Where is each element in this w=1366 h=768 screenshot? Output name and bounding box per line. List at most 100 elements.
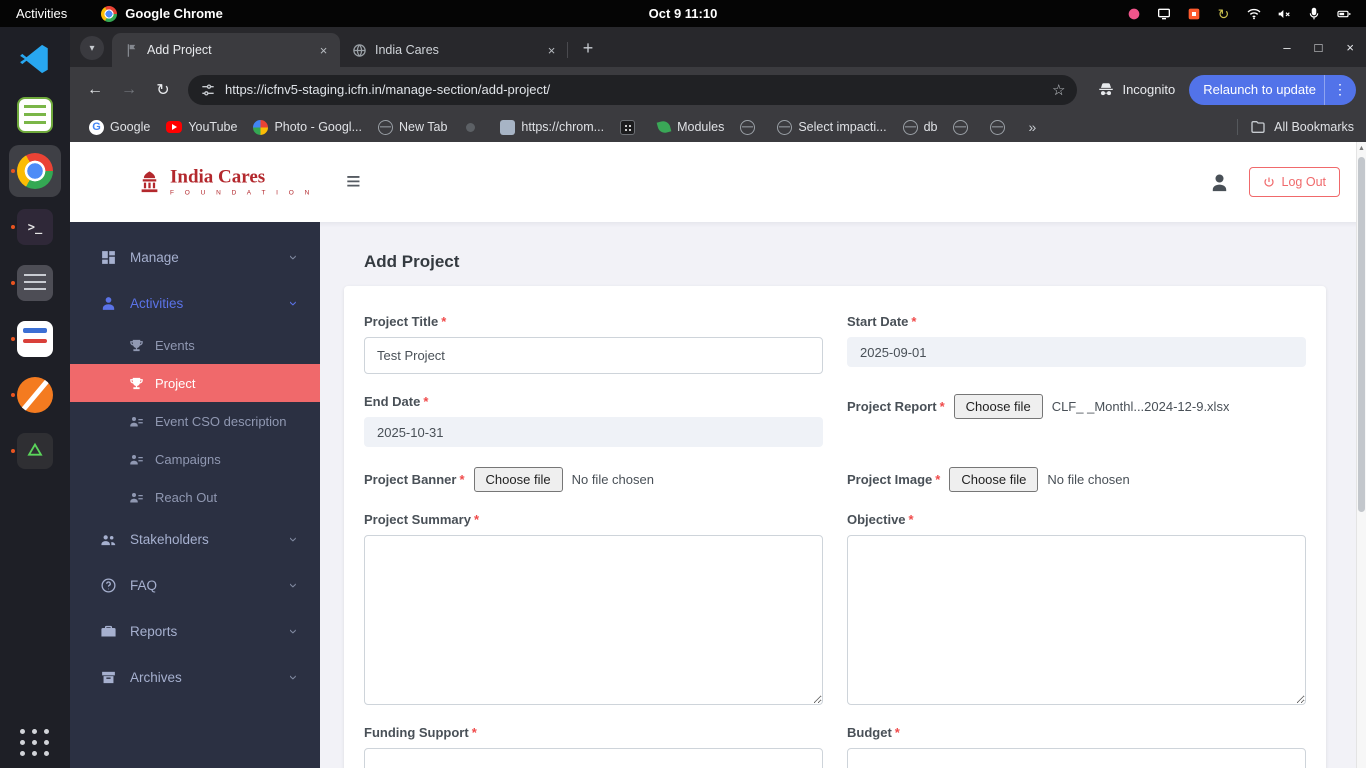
- sidebar-item-stakeholders[interactable]: Stakeholders ›: [70, 516, 320, 562]
- sidebar-item-event-cso-description[interactable]: Event CSO description: [70, 402, 320, 440]
- budget-input[interactable]: [847, 748, 1306, 768]
- tab-search-button[interactable]: ▾: [80, 36, 104, 60]
- page-body: Manage › Activities › Events Project: [70, 222, 1366, 768]
- bookmark-unnamed[interactable]: [456, 117, 491, 138]
- activities-button[interactable]: Activities: [0, 6, 83, 21]
- bookmarks-overflow-button[interactable]: »: [1020, 119, 1044, 135]
- browser-window: ▾ Add Project × India Cares × + – □ × ← …: [70, 27, 1366, 768]
- tab-india-cares[interactable]: India Cares ×: [340, 33, 568, 67]
- tab-close-icon[interactable]: ×: [543, 42, 560, 59]
- sidebar-item-events[interactable]: Events: [70, 326, 320, 364]
- bookmark-star-icon[interactable]: ☆: [1052, 81, 1065, 99]
- header-actions: Log Out: [1208, 167, 1340, 197]
- brand-tagline: F O U N D A T I O N: [170, 189, 314, 196]
- field-end-date: End Date*: [364, 394, 823, 447]
- maximize-button[interactable]: □: [1315, 40, 1323, 55]
- globe-favicon: [903, 120, 918, 135]
- focused-app-indicator[interactable]: Google Chrome: [101, 6, 223, 22]
- field-label: Project Image: [847, 472, 932, 487]
- scrollbar-thumb[interactable]: [1358, 157, 1365, 512]
- relaunch-label: Relaunch to update: [1203, 82, 1316, 97]
- screenshare-icon[interactable]: [1185, 5, 1202, 22]
- user-profile-icon[interactable]: [1208, 171, 1231, 194]
- bookmark-unnamed[interactable]: [613, 117, 648, 138]
- bookmark-chrome-link[interactable]: https://chrom...: [493, 117, 611, 138]
- project-summary-textarea[interactable]: [364, 535, 823, 705]
- display-icon[interactable]: [1155, 5, 1172, 22]
- start-date-input[interactable]: [847, 337, 1306, 367]
- sidebar-item-campaigns[interactable]: Campaigns: [70, 440, 320, 478]
- dock-texteditor-icon[interactable]: [9, 257, 61, 309]
- relaunch-menu-icon[interactable]: ⋮: [1324, 75, 1356, 105]
- minimize-button[interactable]: –: [1283, 40, 1290, 55]
- sidebar-item-activities[interactable]: Activities ›: [70, 280, 320, 326]
- bookmark-youtube[interactable]: YouTube: [159, 117, 244, 137]
- back-button[interactable]: ←: [80, 75, 110, 105]
- bookmark-modules[interactable]: Modules: [650, 117, 731, 137]
- bookmark-photos[interactable]: Photo - Googl...: [246, 117, 369, 138]
- microphone-icon[interactable]: [1305, 5, 1322, 22]
- dock-chrome-icon[interactable]: [9, 145, 61, 197]
- sidebar-item-manage[interactable]: Manage ›: [70, 234, 320, 280]
- forward-button[interactable]: →: [114, 75, 144, 105]
- battery-icon[interactable]: [1335, 5, 1352, 22]
- bookmark-select-impact[interactable]: Select impacti...: [770, 117, 893, 138]
- project-report-choose-file-button[interactable]: Choose file: [954, 394, 1043, 419]
- logout-button[interactable]: Log Out: [1249, 167, 1340, 197]
- all-bookmarks-button[interactable]: All Bookmarks: [1237, 119, 1354, 135]
- site-settings-icon[interactable]: [200, 82, 216, 98]
- tab-title: Add Project: [147, 43, 307, 57]
- bookmark-db[interactable]: db: [896, 117, 945, 138]
- tab-add-project[interactable]: Add Project ×: [112, 33, 340, 67]
- project-image-choose-file-button[interactable]: Choose file: [949, 467, 1038, 492]
- browser-toolbar: ← → ↻ https://icfnv5-staging.icfn.in/man…: [70, 67, 1366, 112]
- project-banner-file-name: No file chosen: [572, 472, 654, 487]
- close-button[interactable]: ×: [1346, 40, 1354, 55]
- dock-recycle-icon[interactable]: [9, 425, 61, 477]
- relaunch-button[interactable]: Relaunch to update ⋮: [1189, 75, 1356, 105]
- bookmark-unnamed[interactable]: [733, 117, 768, 138]
- address-bar[interactable]: https://icfnv5-staging.icfn.in/manage-se…: [188, 75, 1077, 105]
- person-lines-icon: [129, 490, 144, 505]
- dock-draw-icon[interactable]: [9, 369, 61, 421]
- new-tab-button[interactable]: +: [574, 34, 602, 62]
- volume-muted-icon[interactable]: [1275, 5, 1292, 22]
- show-applications-button[interactable]: [20, 729, 50, 756]
- bookmark-unnamed[interactable]: [946, 117, 981, 138]
- performance-icon[interactable]: [1125, 5, 1142, 22]
- running-indicator: [11, 225, 15, 229]
- chevron-down-icon: ›: [285, 537, 302, 542]
- update-icon[interactable]: ↻: [1215, 5, 1232, 22]
- reload-button[interactable]: ↻: [148, 75, 178, 105]
- clock[interactable]: Oct 9 11:10: [649, 6, 718, 21]
- folder-icon: [1250, 119, 1266, 135]
- running-indicator: [11, 449, 15, 453]
- sidebar-toggle-icon[interactable]: ≡: [346, 170, 361, 195]
- project-title-input[interactable]: [364, 337, 823, 374]
- dock-spreadsheet-icon[interactable]: [9, 89, 61, 141]
- dock-terminal-icon[interactable]: >_: [9, 201, 61, 253]
- dock-documents-icon[interactable]: [9, 313, 61, 365]
- window-controls: – □ ×: [1283, 27, 1354, 67]
- objective-textarea[interactable]: [847, 535, 1306, 705]
- incognito-icon: [1097, 81, 1115, 99]
- sidebar-item-archives[interactable]: Archives ›: [70, 654, 320, 700]
- wifi-icon[interactable]: [1245, 5, 1262, 22]
- site-logo[interactable]: India Cares F O U N D A T I O N: [136, 168, 314, 197]
- sidebar-item-faq[interactable]: FAQ ›: [70, 562, 320, 608]
- url-text: https://icfnv5-staging.icfn.in/manage-se…: [225, 82, 1043, 97]
- bookmark-google[interactable]: Google: [82, 117, 157, 138]
- field-label: Start Date: [847, 314, 908, 329]
- scroll-up-arrow[interactable]: ▲: [1357, 142, 1366, 155]
- sidebar-item-project[interactable]: Project: [70, 364, 320, 402]
- sidebar-item-reports[interactable]: Reports ›: [70, 608, 320, 654]
- dock-vscode-icon[interactable]: [9, 33, 61, 85]
- project-banner-choose-file-button[interactable]: Choose file: [474, 467, 563, 492]
- funding-support-input[interactable]: [364, 748, 823, 768]
- bookmark-unnamed[interactable]: [983, 117, 1018, 138]
- end-date-input[interactable]: [364, 417, 823, 447]
- required-marker: *: [472, 725, 477, 740]
- tab-close-icon[interactable]: ×: [315, 42, 332, 59]
- sidebar-item-reach-out[interactable]: Reach Out: [70, 478, 320, 516]
- bookmark-new-tab[interactable]: New Tab: [371, 117, 454, 138]
